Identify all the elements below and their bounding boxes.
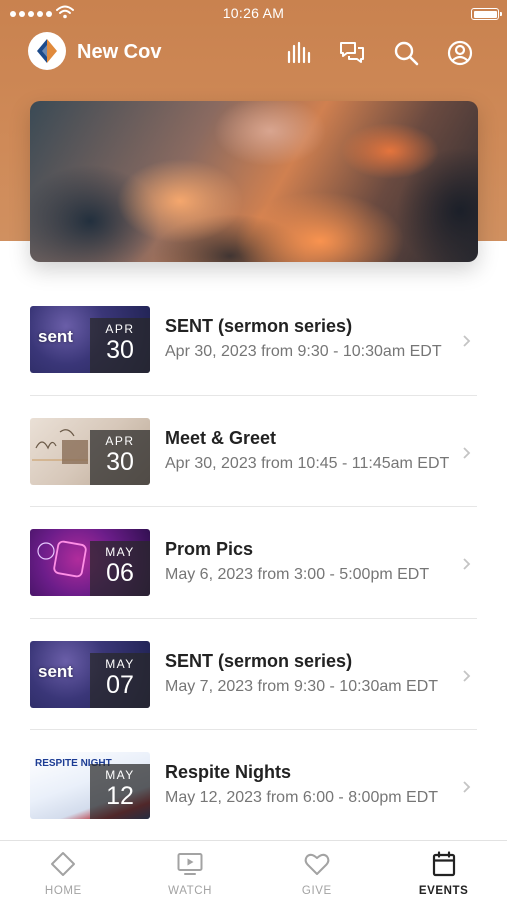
status-time: 10:26 AM — [222, 5, 285, 21]
event-thumbnail: sent MAY 07 — [30, 640, 150, 708]
event-title: Respite Nights — [165, 762, 292, 782]
chevron-right-icon — [463, 446, 471, 459]
logo-mark-icon — [37, 39, 57, 63]
thumbnail-text: sent — [38, 661, 73, 681]
event-title: Prom Pics — [165, 539, 254, 559]
tab-label: EVENTS — [418, 885, 469, 897]
date-badge: APR 30 — [90, 318, 150, 373]
date-month: MAY — [105, 545, 135, 559]
search-icon[interactable] — [393, 40, 419, 66]
event-row[interactable]: sent APR 30 SENT (sermon series) Apr 30,… — [30, 284, 477, 396]
app-logo[interactable] — [28, 32, 66, 70]
event-row[interactable]: sent MAY 07 SENT (sermon series) May 7, … — [30, 619, 477, 730]
event-date-time: May 6, 2023 from 3:00 - 5:00pm EDT — [165, 566, 430, 583]
event-thumbnail: APR 30 — [30, 417, 150, 485]
event-title: SENT (sermon series) — [165, 650, 353, 671]
chevron-right-icon — [463, 558, 471, 570]
prom-neon-artwork — [37, 540, 87, 578]
date-month: APR — [105, 322, 135, 336]
event-date-time: Apr 30, 2023 from 9:30 - 10:30am EDT — [165, 343, 442, 360]
event-title: SENT (sermon series) — [165, 316, 353, 336]
date-day: 30 — [106, 336, 134, 364]
chevron-right-icon — [463, 335, 471, 347]
tab-give[interactable]: GIVE — [254, 841, 381, 900]
account-icon[interactable] — [447, 40, 473, 66]
event-row[interactable]: MAY 06 Prom Pics May 6, 2023 from 3:00 -… — [30, 507, 477, 619]
battery-icon — [471, 8, 502, 20]
tab-label: HOME — [44, 885, 82, 897]
calendar-icon — [432, 851, 455, 877]
tab-home[interactable]: HOME — [0, 841, 127, 900]
event-thumbnail: RESPITE NIGHT MAY 12 — [30, 752, 150, 819]
audio-bars-icon[interactable] — [286, 40, 312, 66]
event-date-time: May 12, 2023 from 6:00 - 8:00pm EDT — [165, 789, 439, 806]
date-month: MAY — [105, 656, 135, 671]
date-day: 12 — [106, 782, 134, 810]
date-month: MAY — [105, 768, 135, 782]
event-date-time: Apr 30, 2023 from 10:45 - 11:45am EDT — [165, 454, 450, 472]
thumbnail-text: sent — [38, 327, 73, 346]
tab-label: GIVE — [301, 885, 332, 897]
app-header: New Cov — [0, 30, 507, 74]
date-day: 07 — [106, 670, 134, 699]
tv-play-icon — [177, 853, 203, 875]
event-thumbnail: MAY 06 — [30, 529, 150, 596]
events-list: sent APR 30 SENT (sermon series) Apr 30,… — [30, 284, 477, 842]
tab-label: WATCH — [168, 885, 213, 897]
heart-icon — [304, 853, 330, 875]
event-title: Meet & Greet — [165, 427, 277, 448]
tab-events[interactable]: EVENTS — [380, 841, 507, 900]
tab-bar: HOME WATCH GIVE EVENTS — [0, 840, 507, 900]
meet-greet-artwork — [32, 428, 88, 464]
date-badge: MAY 12 — [90, 764, 150, 819]
hero-banner-image[interactable] — [30, 101, 478, 262]
app-title: New Cov — [77, 41, 162, 63]
date-badge: MAY 07 — [90, 652, 150, 708]
event-row[interactable]: RESPITE NIGHT MAY 12 Respite Nights May … — [30, 730, 477, 842]
event-date-time: May 7, 2023 from 9:30 - 10:30am EDT — [165, 677, 439, 695]
event-row[interactable]: APR 30 Meet & Greet Apr 30, 2023 from 10… — [30, 396, 477, 507]
date-month: APR — [105, 433, 135, 448]
date-day: 30 — [106, 447, 134, 476]
chevron-right-icon — [463, 669, 471, 682]
date-day: 06 — [106, 559, 134, 587]
tab-watch[interactable]: WATCH — [127, 841, 254, 900]
status-bar: 10:26 AM — [0, 0, 507, 28]
chat-icon[interactable] — [339, 40, 365, 66]
date-badge: MAY 06 — [90, 541, 150, 596]
event-thumbnail: sent APR 30 — [30, 306, 150, 373]
date-badge: APR 30 — [90, 429, 150, 485]
chevron-right-icon — [463, 781, 471, 793]
diamond-icon — [51, 852, 76, 876]
